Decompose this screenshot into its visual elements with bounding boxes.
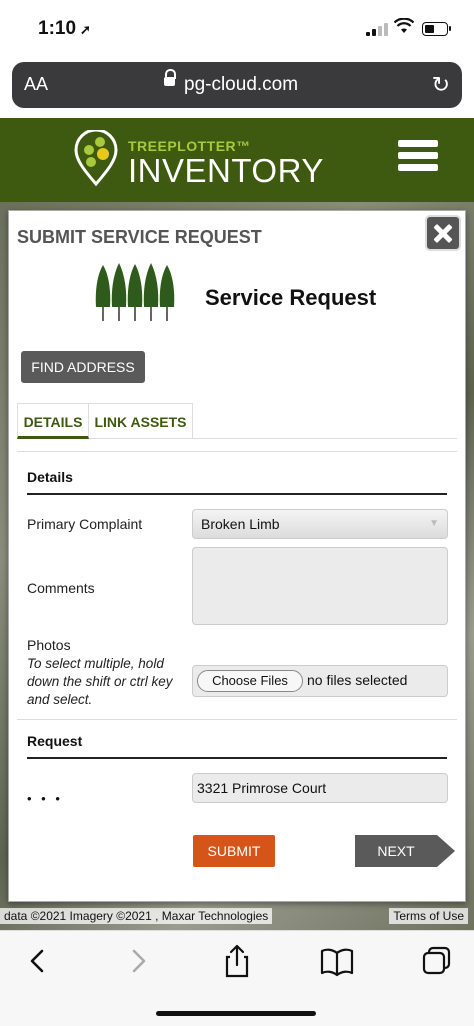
browser-bar: AA pg-cloud.com ↻ bbox=[0, 56, 474, 118]
primary-complaint-value: Broken Limb bbox=[201, 516, 280, 532]
status-time: 1:10 ➚ bbox=[38, 18, 91, 40]
wifi-icon bbox=[393, 17, 415, 39]
url-text[interactable]: pg-cloud.com bbox=[184, 74, 298, 96]
section-rule bbox=[27, 757, 447, 759]
text-size-label: AA bbox=[24, 74, 49, 94]
file-status: no files selected bbox=[307, 672, 408, 688]
menu-icon[interactable] bbox=[398, 140, 438, 176]
text-size-button[interactable]: AA bbox=[24, 74, 48, 95]
map-attribution: data ©2021 Imagery ©2021 , Maxar Technol… bbox=[0, 908, 273, 924]
logo-bottom-text: INVENTORY bbox=[128, 152, 324, 189]
details-section-heading: Details bbox=[27, 469, 73, 485]
find-address-button[interactable]: FIND ADDRESS bbox=[21, 351, 145, 383]
trees-icon bbox=[95, 263, 175, 321]
back-icon[interactable] bbox=[18, 943, 58, 979]
terms-link[interactable]: Terms of Use bbox=[389, 908, 468, 924]
modal-title: SUBMIT SERVICE REQUEST bbox=[17, 227, 262, 247]
tab-details[interactable]: DETAILS bbox=[17, 403, 89, 439]
address-bar[interactable]: AA pg-cloud.com ↻ bbox=[12, 62, 462, 108]
signal-icon bbox=[366, 22, 388, 36]
battery-icon bbox=[422, 22, 451, 36]
share-icon[interactable] bbox=[217, 943, 257, 979]
browser-toolbar bbox=[0, 930, 474, 1026]
photos-hint: To select multiple, hold down the shift … bbox=[27, 656, 173, 707]
photos-file-input: Choose Files no files selected bbox=[192, 665, 448, 697]
forward-icon[interactable] bbox=[118, 943, 158, 979]
divider bbox=[17, 451, 457, 452]
reload-icon[interactable]: ↻ bbox=[432, 72, 450, 98]
truncated-label: • • • bbox=[27, 791, 63, 806]
comments-field[interactable] bbox=[192, 547, 448, 625]
primary-complaint-label: Primary Complaint bbox=[27, 516, 143, 532]
primary-complaint-select[interactable]: Broken Limb ▼ bbox=[192, 509, 448, 539]
next-label: NEXT bbox=[377, 843, 415, 859]
section-rule bbox=[27, 493, 447, 495]
logo-pin-icon bbox=[74, 130, 118, 186]
service-request-modal: SUBMIT SERVICE REQUEST Service Request F… bbox=[8, 210, 466, 902]
lock-icon bbox=[164, 69, 176, 89]
request-section-heading: Request bbox=[27, 733, 83, 749]
chevron-down-icon: ▼ bbox=[429, 518, 439, 529]
home-indicator bbox=[156, 1011, 316, 1016]
hero-title: Service Request bbox=[205, 285, 377, 310]
tabs-icon[interactable] bbox=[417, 943, 457, 979]
submit-button[interactable]: SUBMIT bbox=[193, 835, 275, 867]
close-icon[interactable] bbox=[425, 215, 461, 251]
tab-link-assets[interactable]: LINK ASSETS bbox=[89, 403, 193, 439]
comments-label: Comments bbox=[27, 580, 95, 596]
status-bar: 1:10 ➚ bbox=[0, 0, 474, 56]
location-icon: ➚ bbox=[80, 22, 91, 37]
status-time-text: 1:10 bbox=[38, 18, 77, 39]
next-button[interactable]: NEXT bbox=[355, 835, 455, 867]
choose-files-button[interactable]: Choose Files bbox=[197, 670, 303, 692]
photos-label: Photos bbox=[27, 637, 71, 653]
divider bbox=[17, 719, 457, 720]
address-field[interactable]: 3321 Primrose Court bbox=[192, 773, 448, 803]
bookmarks-icon[interactable] bbox=[317, 943, 357, 979]
tab-bar: DETAILS LINK ASSETS bbox=[17, 403, 457, 439]
